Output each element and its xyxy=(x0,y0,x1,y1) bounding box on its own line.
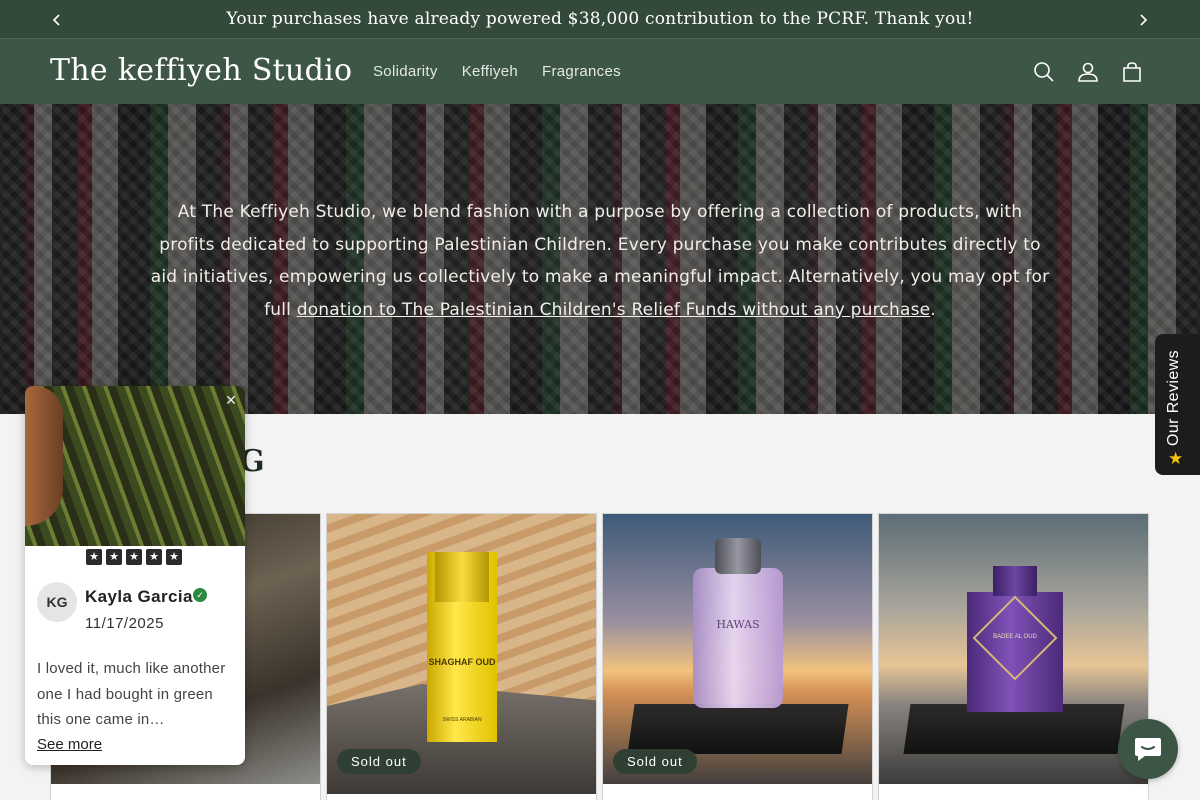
bottle-cap xyxy=(993,566,1037,596)
review-popup[interactable]: ✕ ★ ★ ★ ★ ★ KG Kayla Garcia ✓ 11/17/2025… xyxy=(25,386,245,765)
donation-link[interactable]: donation to The Palestinian Children's R… xyxy=(297,300,931,320)
product-image[interactable]: BADEE AL OUD xyxy=(879,514,1148,784)
review-rating: ★ ★ ★ ★ ★ xyxy=(86,549,182,565)
product-image[interactable]: HAWAS xyxy=(603,514,872,784)
nav-item-fragrances[interactable]: Fragrances xyxy=(530,63,633,80)
review-date: 11/17/2025 xyxy=(85,615,164,632)
main-nav: Solidarity Keffiyeh Fragrances xyxy=(361,39,633,104)
bottle-label: BADEE AL OUD xyxy=(993,634,1037,640)
cart-button[interactable] xyxy=(1121,61,1143,83)
bottle-label: SHAGHAF OUD xyxy=(428,657,496,667)
announcement-text: Your purchases have already powered $38,… xyxy=(226,9,974,29)
hero-banner: At The Keffiyeh Studio, we blend fashion… xyxy=(0,104,1200,414)
chat-icon xyxy=(1135,738,1161,761)
chevron-left-icon xyxy=(52,13,60,26)
star-icon: ★ xyxy=(86,549,102,565)
search-button[interactable] xyxy=(1033,61,1055,83)
account-button[interactable] xyxy=(1077,61,1099,83)
perfume-bottle: HAWAS xyxy=(693,538,783,708)
previous-announcement-button[interactable] xyxy=(42,0,72,39)
photo-detail xyxy=(25,386,63,526)
see-more-link[interactable]: See more xyxy=(37,736,102,753)
product-image[interactable]: SHAGHAF OUD SWISS ARABIAN xyxy=(327,514,596,794)
black-pedestal xyxy=(627,704,849,754)
star-icon: ★ xyxy=(106,549,122,565)
bottle-cap xyxy=(435,552,489,602)
nav-item-keffiyeh[interactable]: Keffiyeh xyxy=(450,63,530,80)
product-card[interactable]: HAWAS Sold out xyxy=(602,513,873,800)
review-photo[interactable] xyxy=(25,386,245,546)
close-icon: ✕ xyxy=(225,392,237,408)
avatar: KG xyxy=(37,582,77,622)
chat-button[interactable] xyxy=(1118,719,1178,779)
sold-out-badge: Sold out xyxy=(337,749,421,774)
product-card[interactable]: SHAGHAF OUD SWISS ARABIAN Sold out xyxy=(326,513,597,800)
next-announcement-button[interactable] xyxy=(1128,0,1158,39)
hero-mission-text: At The Keffiyeh Studio, we blend fashion… xyxy=(150,196,1050,326)
star-icon: ★ xyxy=(1168,449,1184,468)
hero-text-end: . xyxy=(930,299,936,320)
announcement-bar: Your purchases have already powered $38,… xyxy=(0,0,1200,39)
perfume-bottle: BADEE AL OUD xyxy=(967,566,1063,712)
nav-item-solidarity[interactable]: Solidarity xyxy=(361,63,450,80)
perfume-bottle: SHAGHAF OUD SWISS ARABIAN xyxy=(427,552,497,742)
our-reviews-tab[interactable]: Our Reviews ★ xyxy=(1155,334,1200,475)
cart-icon xyxy=(1123,62,1141,82)
bottle-cap xyxy=(715,538,761,574)
star-icon: ★ xyxy=(146,549,162,565)
verified-check-icon: ✓ xyxy=(193,588,207,602)
reviewer-name: Kayla Garcia xyxy=(85,587,193,606)
close-review-button[interactable]: ✕ xyxy=(223,392,239,408)
chevron-right-icon xyxy=(1140,13,1148,26)
site-logo[interactable]: The keffiyeh Studio xyxy=(50,53,352,88)
account-icon xyxy=(1078,62,1098,82)
bottle-brand: SWISS ARABIAN xyxy=(442,717,482,723)
bottle-label: HAWAS xyxy=(716,618,760,631)
product-card[interactable]: BADEE AL OUD xyxy=(878,513,1149,800)
review-text: I loved it, much like another one I had … xyxy=(37,660,226,728)
site-header: The keffiyeh Studio Solidarity Keffiyeh … xyxy=(0,39,1200,104)
star-icon: ★ xyxy=(166,549,182,565)
star-icon: ★ xyxy=(126,549,142,565)
sold-out-badge: Sold out xyxy=(613,749,697,774)
reviews-tab-label: Our Reviews xyxy=(1165,350,1182,446)
search-icon xyxy=(1034,62,1054,82)
